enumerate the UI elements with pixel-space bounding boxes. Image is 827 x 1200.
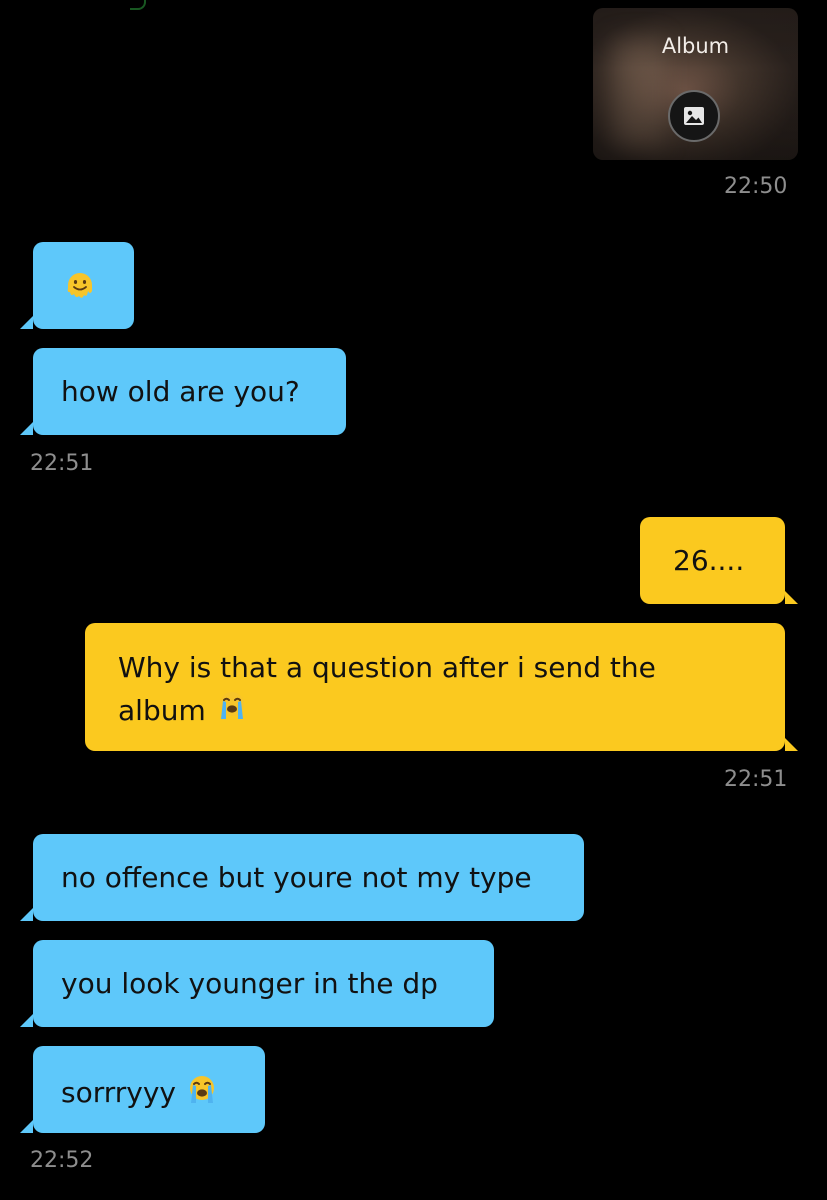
bubble-tail xyxy=(20,1120,33,1133)
timestamp: 22:52 xyxy=(30,1148,94,1173)
bubble-tail xyxy=(785,738,798,751)
bubble-tail xyxy=(20,908,33,921)
outgoing-message[interactable]: Why is that a question after i send the … xyxy=(85,623,798,751)
melting-face-emoji xyxy=(64,271,96,315)
top-edge-decoration xyxy=(130,0,146,10)
message-text: no offence but youre not my type xyxy=(61,861,532,894)
message-text-line-2: album xyxy=(118,694,206,727)
incoming-message[interactable]: how old are you? xyxy=(20,348,346,435)
album-label: Album xyxy=(661,34,730,58)
incoming-message[interactable]: sorrryyy xyxy=(20,1046,265,1133)
image-icon[interactable] xyxy=(668,90,720,142)
bubble-tail xyxy=(785,591,798,604)
bubble-tail xyxy=(20,316,33,329)
incoming-message[interactable]: no offence but youre not my type xyxy=(20,834,584,921)
message-text: 26.... xyxy=(673,544,745,577)
bubble-tail xyxy=(20,422,33,435)
message-text: you look younger in the dp xyxy=(61,967,438,1000)
outgoing-message[interactable]: 26.... xyxy=(640,517,798,604)
message-text-line-1: Why is that a question after i send the xyxy=(118,651,656,684)
loudly-crying-face-emoji xyxy=(185,1073,219,1115)
album-attachment[interactable]: Album xyxy=(593,8,798,160)
timestamp: 22:51 xyxy=(724,767,788,792)
message-text-line-2-wrap: album xyxy=(118,689,752,735)
message-text-wrap: sorrryyy xyxy=(61,1073,237,1115)
bubble-tail xyxy=(20,1014,33,1027)
incoming-message-emoji[interactable] xyxy=(20,242,134,329)
message-text: sorrryyy xyxy=(61,1076,176,1109)
message-text: how old are you? xyxy=(61,375,300,408)
loudly-crying-face-emoji xyxy=(215,689,249,735)
timestamp: 22:51 xyxy=(30,451,94,476)
timestamp: 22:50 xyxy=(724,174,788,199)
incoming-message[interactable]: you look younger in the dp xyxy=(20,940,494,1027)
